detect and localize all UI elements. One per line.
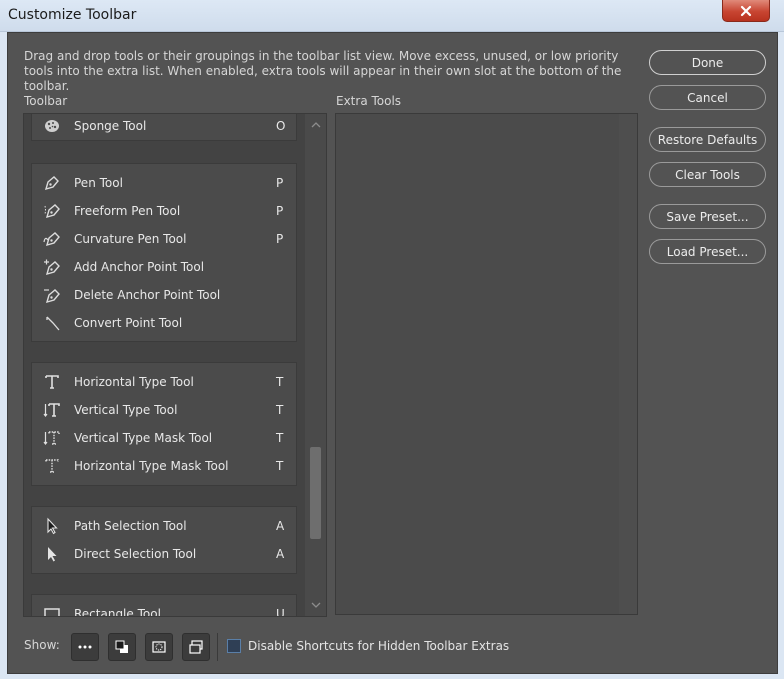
- tool-row[interactable]: Delete Anchor Point Tool: [32, 281, 296, 309]
- sponge-icon: [45, 120, 59, 132]
- tool-row[interactable]: Add Anchor Point Tool: [32, 253, 296, 281]
- vertical-type-mask-icon: [43, 431, 60, 445]
- tool-shortcut: A: [276, 547, 285, 561]
- show-colors-button[interactable]: [108, 633, 136, 661]
- horizontal-type-icon: [45, 375, 59, 389]
- extra-tools-scrollbar[interactable]: [619, 114, 637, 614]
- toolbar-list-scrollbar[interactable]: [305, 114, 326, 616]
- scroll-down-icon[interactable]: [310, 600, 322, 610]
- horizontal-type-mask-icon: [45, 459, 59, 473]
- tool-shortcut: O: [276, 119, 286, 133]
- tool-row[interactable]: Vertical Type Tool T: [32, 396, 296, 424]
- freeform-pen-icon: [44, 204, 60, 219]
- show-label: Show:: [24, 638, 60, 652]
- extra-tools-list[interactable]: [335, 113, 638, 615]
- tool-name: Horizontal Type Mask Tool: [74, 459, 229, 473]
- tool-row[interactable]: Sponge Tool O: [32, 114, 296, 140]
- footer-divider: [217, 633, 218, 661]
- show-screen-mode-button[interactable]: [182, 633, 210, 661]
- tool-shortcut: P: [276, 232, 284, 246]
- tool-group-toning[interactable]: Sponge Tool O: [31, 114, 297, 141]
- tool-row[interactable]: Horizontal Type Tool T: [32, 368, 296, 396]
- tool-shortcut: A: [276, 519, 285, 533]
- tool-row[interactable]: Freeform Pen Tool P: [32, 197, 296, 225]
- window-titlebar: Customize Toolbar: [0, 0, 784, 32]
- extra-tools-label: Extra Tools: [336, 94, 402, 108]
- tool-shortcut: U: [276, 607, 285, 617]
- screen-mode-icon: [189, 640, 203, 654]
- convert-point-icon: [46, 316, 60, 331]
- path-selection-icon: [47, 517, 58, 535]
- tool-name: Vertical Type Mask Tool: [74, 431, 213, 445]
- clear-tools-button[interactable]: Clear Tools: [649, 162, 766, 187]
- tool-name: Direct Selection Tool: [74, 547, 197, 561]
- color-swatches-icon: [115, 640, 128, 653]
- tool-row[interactable]: Rectangle Tool U: [32, 600, 296, 617]
- tool-shortcut: T: [276, 375, 284, 389]
- window-title: Customize Toolbar: [8, 7, 137, 23]
- pen-icon: [44, 176, 59, 191]
- restore-defaults-button[interactable]: Restore Defaults: [649, 127, 766, 152]
- vertical-type-icon: [43, 403, 60, 417]
- tool-name: Curvature Pen Tool: [74, 232, 187, 246]
- add-anchor-icon: [44, 259, 60, 276]
- quick-mask-icon: [152, 641, 166, 653]
- tool-group-type[interactable]: Horizontal Type Tool T Vertical Type Too…: [31, 362, 297, 486]
- tool-group-selection[interactable]: Path Selection Tool A Direct Selection T…: [31, 506, 297, 574]
- more-icon: [78, 645, 92, 649]
- load-preset-button[interactable]: Load Preset...: [649, 239, 766, 264]
- tool-row[interactable]: Pen Tool P: [32, 169, 296, 197]
- tool-name: Convert Point Tool: [74, 316, 183, 330]
- tool-shortcut: T: [276, 431, 284, 445]
- tool-row[interactable]: Direct Selection Tool A: [32, 540, 296, 568]
- intro-text: Drag and drop tools or their groupings i…: [24, 49, 622, 93]
- tool-name: Path Selection Tool: [74, 519, 187, 533]
- close-icon: [740, 5, 752, 16]
- tool-group-shape[interactable]: Rectangle Tool U: [31, 594, 297, 617]
- delete-anchor-icon: [44, 289, 60, 304]
- toolbar-label: Toolbar: [24, 94, 68, 108]
- tool-name: Delete Anchor Point Tool: [74, 288, 221, 302]
- done-button[interactable]: Done: [649, 50, 766, 75]
- tool-shortcut: T: [276, 403, 284, 417]
- tool-name: Rectangle Tool: [74, 607, 161, 617]
- tool-row[interactable]: Vertical Type Mask Tool T: [32, 424, 296, 452]
- disable-shortcuts-checkbox[interactable]: [227, 639, 241, 653]
- tool-shortcut: P: [276, 204, 284, 218]
- scroll-up-icon[interactable]: [310, 120, 322, 130]
- direct-selection-icon: [48, 547, 57, 562]
- tool-row[interactable]: Curvature Pen Tool P: [32, 225, 296, 253]
- tool-name: Add Anchor Point Tool: [74, 260, 205, 274]
- tool-name: Pen Tool: [74, 176, 123, 190]
- scroll-thumb[interactable]: [310, 447, 321, 539]
- rectangle-icon: [44, 608, 60, 616]
- tool-row[interactable]: Horizontal Type Mask Tool T: [32, 452, 296, 480]
- curvature-pen-icon: [43, 232, 60, 247]
- tool-group-pen[interactable]: Pen Tool P Freeform Pen Tool P Curvature…: [31, 163, 297, 342]
- tool-shortcut: T: [276, 459, 284, 473]
- tool-name: Vertical Type Tool: [74, 403, 178, 417]
- customize-toolbar-dialog: Drag and drop tools or their groupings i…: [7, 32, 778, 674]
- close-button[interactable]: [722, 0, 770, 22]
- toolbar-list[interactable]: Sponge Tool O Pen Tool P Freeform Pen To…: [23, 113, 327, 617]
- show-extras-button[interactable]: [71, 633, 99, 661]
- tool-shortcut: P: [276, 176, 284, 190]
- tool-name: Horizontal Type Tool: [74, 375, 194, 389]
- disable-shortcuts-label[interactable]: Disable Shortcuts for Hidden Toolbar Ext…: [248, 639, 509, 653]
- show-quick-mask-button[interactable]: [145, 633, 173, 661]
- tool-row[interactable]: Path Selection Tool A: [32, 512, 296, 540]
- save-preset-button[interactable]: Save Preset...: [649, 204, 766, 229]
- tool-row[interactable]: Convert Point Tool: [32, 309, 296, 337]
- tool-name: Freeform Pen Tool: [74, 204, 181, 218]
- cancel-button[interactable]: Cancel: [649, 85, 766, 110]
- tool-name: Sponge Tool: [74, 119, 147, 133]
